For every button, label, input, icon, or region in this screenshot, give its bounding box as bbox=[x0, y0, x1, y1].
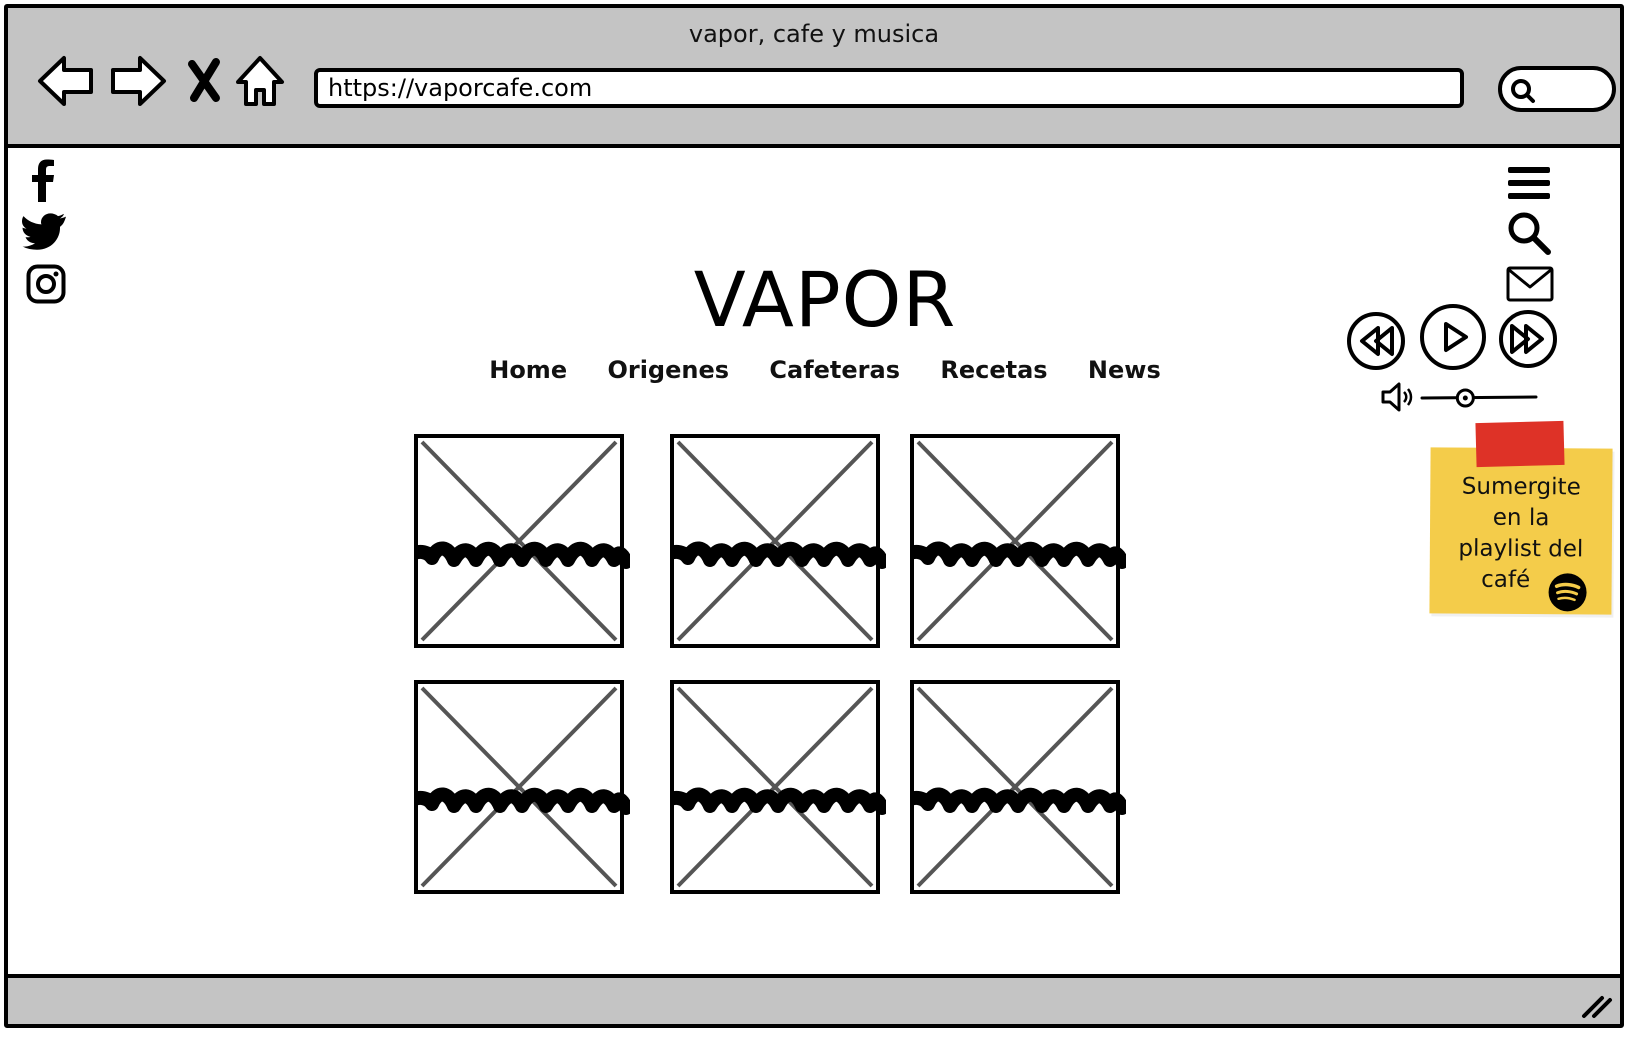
search-icon[interactable] bbox=[1506, 210, 1552, 256]
home-icon[interactable] bbox=[230, 52, 290, 110]
volume-slider[interactable] bbox=[1420, 386, 1540, 410]
note-line: Sumergite bbox=[1461, 473, 1581, 501]
nav-origenes[interactable]: Origenes bbox=[607, 356, 729, 384]
browser-search-field[interactable] bbox=[1498, 66, 1616, 112]
back-arrow-icon[interactable] bbox=[36, 52, 96, 110]
browser-toolbar: vapor, cafe y musica https://vaporcafe.c… bbox=[8, 8, 1620, 148]
fast-forward-icon[interactable] bbox=[1496, 308, 1560, 370]
volume-slider-knob-center bbox=[1462, 395, 1468, 401]
resize-grip-icon[interactable] bbox=[1576, 986, 1614, 1020]
playlist-sticky-note[interactable]: Sumergite en la playlist del café bbox=[1429, 447, 1613, 615]
image-placeholder[interactable] bbox=[670, 680, 886, 902]
image-placeholder[interactable] bbox=[414, 434, 630, 656]
stop-icon[interactable] bbox=[184, 52, 224, 110]
status-bar bbox=[8, 974, 1620, 1024]
address-bar[interactable]: https://vaporcafe.com bbox=[314, 68, 1464, 108]
sticky-note-tape bbox=[1475, 420, 1565, 468]
spotify-icon[interactable] bbox=[1547, 572, 1587, 612]
search-icon bbox=[1511, 79, 1535, 103]
nav-home[interactable]: Home bbox=[489, 356, 567, 384]
forward-arrow-icon[interactable] bbox=[108, 52, 168, 110]
nav-recetas[interactable]: Recetas bbox=[940, 356, 1047, 384]
image-placeholder[interactable] bbox=[910, 434, 1126, 656]
hamburger-menu-icon[interactable] bbox=[1508, 166, 1550, 200]
image-placeholder[interactable] bbox=[414, 680, 630, 902]
image-placeholder[interactable] bbox=[910, 680, 1126, 902]
play-icon[interactable] bbox=[1418, 302, 1488, 372]
browser-window: vapor, cafe y musica https://vaporcafe.c… bbox=[4, 4, 1624, 1028]
note-line: playlist del bbox=[1458, 535, 1584, 563]
nav-news[interactable]: News bbox=[1088, 356, 1161, 384]
rewind-icon[interactable] bbox=[1344, 310, 1408, 372]
volume-icon bbox=[1381, 382, 1413, 412]
note-line: en la bbox=[1492, 504, 1550, 532]
facebook-icon[interactable] bbox=[28, 158, 58, 204]
window-title: vapor, cafe y musica bbox=[688, 20, 940, 48]
twitter-icon[interactable] bbox=[22, 212, 68, 250]
image-placeholder[interactable] bbox=[670, 434, 886, 656]
nav-cafeteras[interactable]: Cafeteras bbox=[769, 356, 900, 384]
